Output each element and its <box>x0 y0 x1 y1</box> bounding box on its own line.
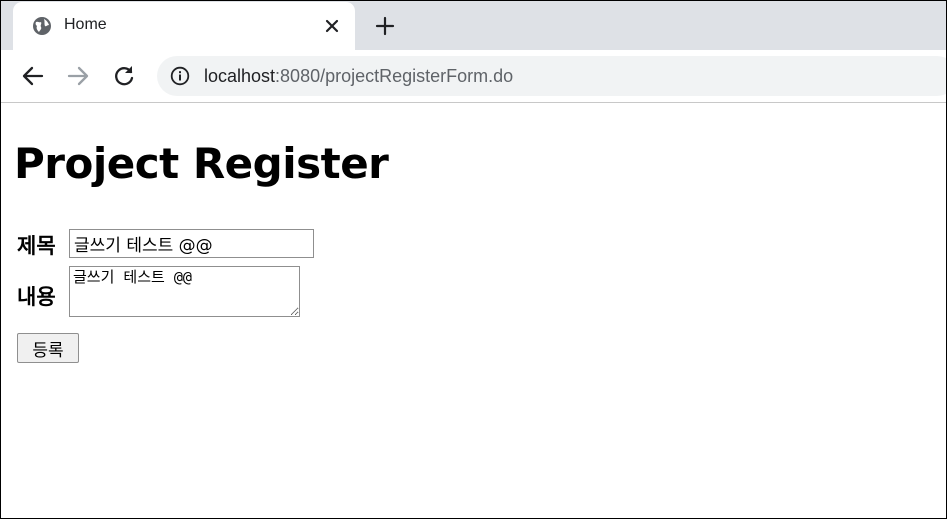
title-input[interactable] <box>69 229 314 258</box>
address-bar[interactable]: localhost:8080/projectRegisterForm.do <box>157 56 946 96</box>
page-title: Project Register <box>14 139 389 188</box>
close-icon[interactable] <box>322 16 342 36</box>
tab-title: Home <box>64 16 107 33</box>
browser-window: Home localhost:8080/projectRegisterForm.… <box>0 0 947 519</box>
forward-arrow-icon[interactable] <box>65 63 91 89</box>
content-textarea[interactable]: 글쓰기 테스트 @@ <box>69 266 300 317</box>
page-content: Project Register 제목 내용 글쓰기 테스트 @@ 등록 <box>1 103 946 518</box>
url-host: localhost <box>204 66 276 86</box>
browser-toolbar: localhost:8080/projectRegisterForm.do <box>1 50 946 103</box>
register-button[interactable]: 등록 <box>17 333 79 363</box>
globe-icon <box>32 16 52 36</box>
tab-strip: Home <box>1 1 946 50</box>
url-path: :8080/projectRegisterForm.do <box>275 66 514 86</box>
title-label: 제목 <box>17 234 56 258</box>
info-icon[interactable] <box>170 66 190 86</box>
content-label: 내용 <box>17 285 56 309</box>
new-tab-plus-icon[interactable] <box>373 14 397 38</box>
reload-icon[interactable] <box>111 63 137 89</box>
url-text[interactable]: localhost:8080/projectRegisterForm.do <box>204 66 513 87</box>
tab-home[interactable]: Home <box>13 2 355 50</box>
back-arrow-icon[interactable] <box>20 63 46 89</box>
